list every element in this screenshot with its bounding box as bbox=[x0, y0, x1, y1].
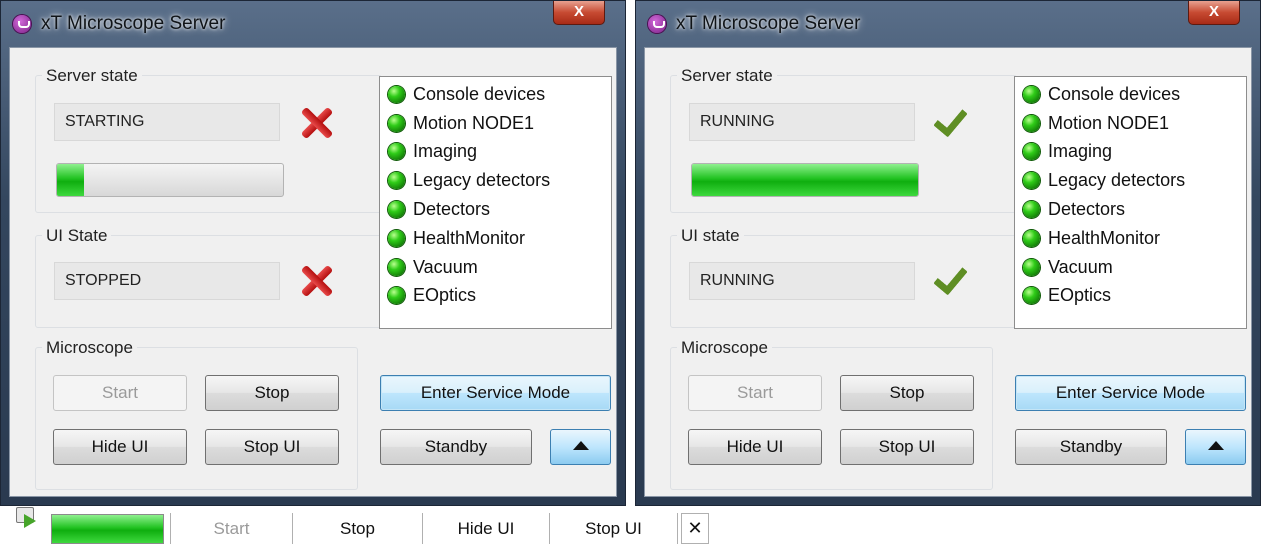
server-state-group: Server state STARTING bbox=[35, 66, 382, 213]
module-item: Motion NODE1 bbox=[1015, 109, 1246, 138]
stop-ui-button[interactable]: Stop UI bbox=[205, 429, 339, 465]
window-title: xT Microscope Server bbox=[676, 13, 861, 34]
start-button[interactable]: Start bbox=[53, 375, 187, 411]
microscope-group: Microscope bbox=[35, 338, 358, 490]
window-title: xT Microscope Server bbox=[41, 13, 226, 34]
standby-button[interactable]: Standby bbox=[380, 429, 532, 465]
green-led-icon bbox=[388, 143, 405, 161]
toolbar-close-icon[interactable]: ✕ bbox=[681, 513, 709, 544]
module-item: Detectors bbox=[1015, 195, 1246, 224]
green-led-icon bbox=[1023, 258, 1040, 276]
green-led-icon bbox=[388, 229, 405, 247]
collapse-button[interactable] bbox=[1185, 429, 1246, 465]
green-check-icon bbox=[932, 101, 972, 141]
triangle-up-icon bbox=[572, 441, 589, 451]
close-window-button[interactable]: X bbox=[1188, 1, 1240, 25]
ui-state-group: UI State STOPPED bbox=[35, 226, 382, 328]
collapse-button[interactable] bbox=[550, 429, 611, 465]
server-window-running: xT Microscope Server X Server state RUNN… bbox=[635, 0, 1261, 506]
module-item: EOptics bbox=[1015, 282, 1246, 311]
toolbar-progress-fill bbox=[52, 515, 163, 543]
server-progress-fill bbox=[57, 164, 85, 196]
green-led-icon bbox=[1023, 85, 1040, 103]
green-led-icon bbox=[388, 201, 405, 219]
toolbar-start-button[interactable]: Start bbox=[170, 513, 293, 544]
microscope-label: Microscope bbox=[677, 338, 772, 358]
toolbar-stop-button[interactable]: Stop bbox=[293, 513, 423, 544]
green-led-icon bbox=[1023, 229, 1040, 247]
module-item: HealthMonitor bbox=[380, 224, 611, 253]
toolbar-hide-ui-button[interactable]: Hide UI bbox=[423, 513, 550, 544]
module-status-list: Console devices Motion NODE1 Imaging Leg… bbox=[379, 76, 612, 329]
green-led-icon bbox=[1023, 172, 1040, 190]
microscope-label: Microscope bbox=[42, 338, 137, 358]
red-x-icon bbox=[297, 103, 337, 143]
ui-state-label: UI state bbox=[677, 226, 744, 246]
server-state-group: Server state RUNNING bbox=[670, 66, 1017, 213]
title-bar[interactable]: xT Microscope Server X bbox=[636, 1, 1260, 47]
server-progress-bar bbox=[691, 163, 919, 197]
restore-window-icon[interactable] bbox=[14, 505, 40, 528]
module-status-list: Console devices Motion NODE1 Imaging Leg… bbox=[1014, 76, 1247, 329]
green-led-icon bbox=[388, 287, 405, 305]
module-item: EOptics bbox=[380, 282, 611, 311]
enter-service-mode-button[interactable]: Enter Service Mode bbox=[1015, 375, 1246, 411]
toolbar-progress-bar bbox=[51, 514, 164, 544]
standby-button[interactable]: Standby bbox=[1015, 429, 1167, 465]
module-item: Motion NODE1 bbox=[380, 109, 611, 138]
server-state-field: RUNNING bbox=[689, 103, 915, 141]
hide-ui-button[interactable]: Hide UI bbox=[53, 429, 187, 465]
green-led-icon bbox=[388, 172, 405, 190]
green-led-icon bbox=[388, 114, 405, 132]
ui-state-label: UI State bbox=[42, 226, 112, 246]
module-item: Imaging bbox=[380, 138, 611, 167]
green-led-icon bbox=[1023, 143, 1040, 161]
window-client-area: Server state STARTING UI State STOPPED C… bbox=[9, 47, 617, 497]
module-item: HealthMonitor bbox=[1015, 224, 1246, 253]
green-check-icon bbox=[932, 259, 972, 299]
red-x-icon bbox=[297, 261, 337, 301]
server-state-label: Server state bbox=[42, 66, 142, 86]
server-window-starting: xT Microscope Server X Server state STAR… bbox=[0, 0, 626, 506]
app-logo-icon bbox=[648, 15, 666, 33]
server-state-field: STARTING bbox=[54, 103, 280, 141]
green-led-icon bbox=[1023, 201, 1040, 219]
stop-button[interactable]: Stop bbox=[840, 375, 974, 411]
green-led-icon bbox=[388, 85, 405, 103]
module-item: Console devices bbox=[1015, 80, 1246, 109]
stop-button[interactable]: Stop bbox=[205, 375, 339, 411]
enter-service-mode-button[interactable]: Enter Service Mode bbox=[380, 375, 611, 411]
title-bar[interactable]: xT Microscope Server X bbox=[1, 1, 625, 47]
ui-state-field: RUNNING bbox=[689, 262, 915, 300]
module-item: Console devices bbox=[380, 80, 611, 109]
stop-ui-button[interactable]: Stop UI bbox=[840, 429, 974, 465]
green-led-icon bbox=[1023, 287, 1040, 305]
hide-ui-button[interactable]: Hide UI bbox=[688, 429, 822, 465]
module-item: Vacuum bbox=[1015, 253, 1246, 282]
toolbar-stop-ui-button[interactable]: Stop UI bbox=[550, 513, 678, 544]
module-item: Vacuum bbox=[380, 253, 611, 282]
window-client-area: Server state RUNNING UI state RUNNING Co… bbox=[644, 47, 1252, 497]
module-item: Legacy detectors bbox=[1015, 166, 1246, 195]
green-led-icon bbox=[1023, 114, 1040, 132]
microscope-group: Microscope bbox=[670, 338, 993, 490]
server-state-label: Server state bbox=[677, 66, 777, 86]
ui-state-group: UI state RUNNING bbox=[670, 226, 1017, 328]
server-progress-bar bbox=[56, 163, 284, 197]
start-button[interactable]: Start bbox=[688, 375, 822, 411]
close-window-button[interactable]: X bbox=[553, 1, 605, 25]
triangle-up-icon bbox=[1207, 441, 1224, 451]
module-item: Detectors bbox=[380, 195, 611, 224]
app-logo-icon bbox=[13, 15, 31, 33]
green-led-icon bbox=[388, 258, 405, 276]
module-item: Legacy detectors bbox=[380, 166, 611, 195]
server-progress-fill bbox=[692, 164, 918, 196]
module-item: Imaging bbox=[1015, 138, 1246, 167]
ui-state-field: STOPPED bbox=[54, 262, 280, 300]
